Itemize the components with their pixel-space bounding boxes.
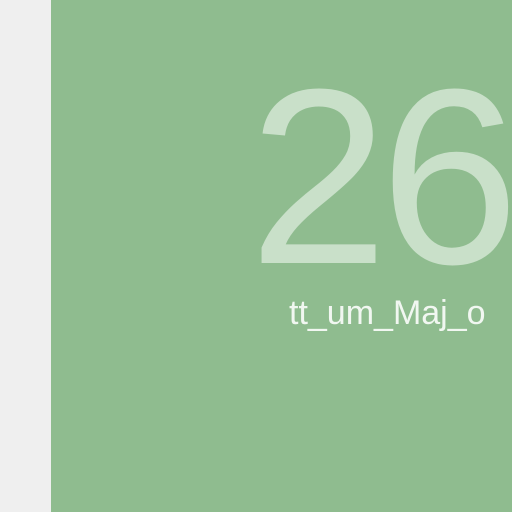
date-tile: 26 tt_um_Maj_o [51, 0, 512, 512]
left-rail [0, 0, 51, 512]
date-label: tt_um_Maj_o [289, 294, 486, 332]
date-number: 26 [249, 37, 512, 316]
date-screen: 26 tt_um_Maj_o [0, 0, 512, 512]
